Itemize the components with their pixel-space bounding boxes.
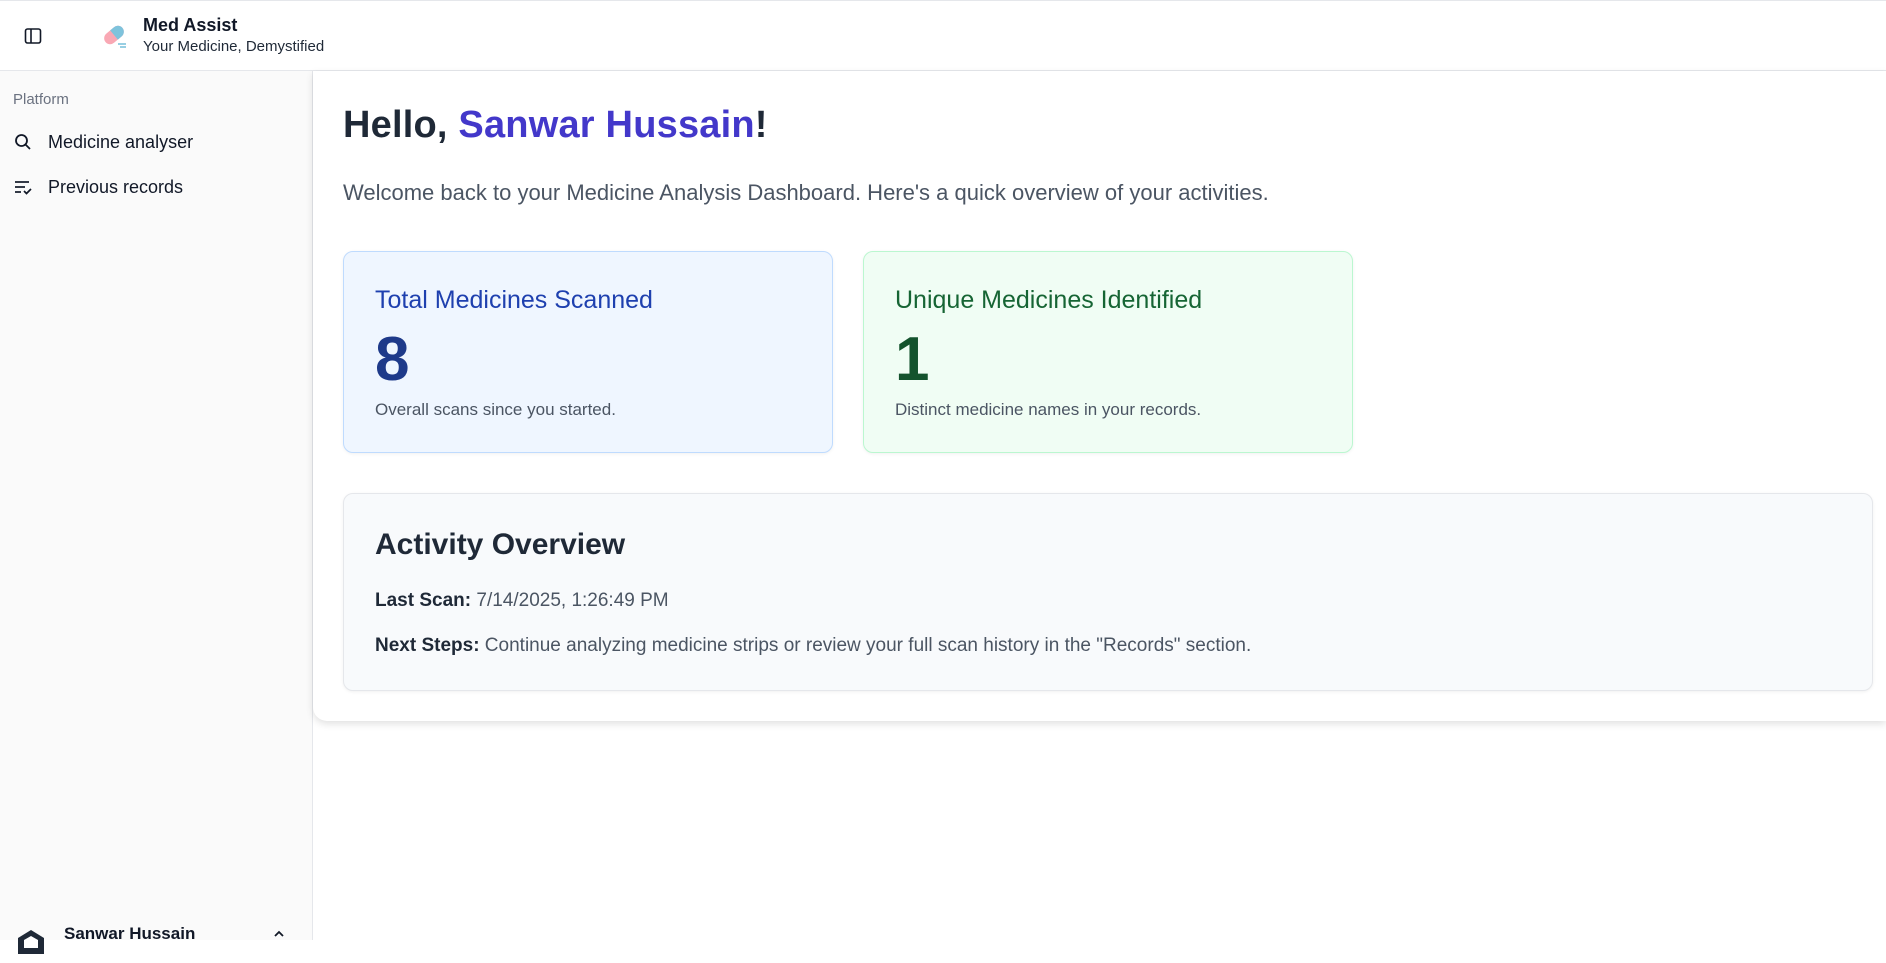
card-value: 8 — [375, 325, 410, 394]
next-steps-line: Next Steps: Continue analyzing medicine … — [375, 635, 1251, 657]
user-name: Sanwar Hussain — [64, 924, 196, 943]
page-title: Hello, Sanwar Hussain! — [343, 104, 768, 147]
welcome-text: Welcome back to your Medicine Analysis D… — [343, 180, 1269, 205]
next-steps-label: Next Steps: — [375, 635, 480, 656]
sidebar-item-label: Previous records — [48, 176, 184, 197]
card-title: Unique Medicines Identified — [895, 286, 1203, 314]
app-name: Med Assist — [143, 15, 238, 35]
main-panel: Hello, Sanwar Hussain! Welcome back to y… — [313, 71, 1886, 721]
chevron-up-icon — [272, 927, 286, 946]
last-scan-line: Last Scan: 7/14/2025, 1:26:49 PM — [375, 590, 669, 612]
card-title: Total Medicines Scanned — [375, 286, 653, 314]
user-avatar-icon — [14, 924, 48, 958]
card-description: Overall scans since you started. — [375, 400, 616, 419]
activity-overview-card: Activity Overview Last Scan: 7/14/2025, … — [343, 493, 1873, 691]
top-bar: Med Assist Your Medicine, Demystified — [0, 0, 1886, 71]
unique-medicines-card: Unique Medicines Identified 1 Distinct m… — [863, 251, 1353, 453]
search-icon — [14, 132, 34, 152]
greeting-suffix: ! — [754, 104, 768, 146]
sidebar-section-label: Platform — [13, 91, 69, 108]
card-description: Distinct medicine names in your records. — [895, 400, 1202, 419]
list-check-icon — [14, 177, 34, 197]
sidebar-toggle-button[interactable] — [20, 23, 46, 49]
sidebar-item-medicine-analyser[interactable]: Medicine analyser — [6, 123, 306, 161]
next-steps-value: Continue analyzing medicine strips or re… — [479, 635, 1252, 656]
sidebar: Platform Medicine analyser Previous reco… — [0, 71, 313, 954]
sidebar-item-label: Medicine analyser — [48, 131, 194, 152]
card-value: 1 — [895, 325, 930, 394]
sidebar-toggle-icon — [24, 28, 42, 44]
greeting-user-name: Sanwar Hussain — [458, 104, 755, 146]
user-menu[interactable]: Sanwar Hussain — [14, 919, 304, 954]
greeting-prefix: Hello, — [343, 104, 459, 146]
sidebar-item-previous-records[interactable]: Previous records — [6, 168, 306, 206]
total-medicines-card: Total Medicines Scanned 8 Overall scans … — [343, 251, 833, 453]
activity-title: Activity Overview — [375, 528, 626, 561]
pill-logo-icon — [98, 19, 130, 51]
last-scan-label: Last Scan: — [375, 590, 472, 611]
last-scan-value: 7/14/2025, 1:26:49 PM — [471, 590, 669, 611]
app-tagline: Your Medicine, Demystified — [143, 38, 325, 55]
